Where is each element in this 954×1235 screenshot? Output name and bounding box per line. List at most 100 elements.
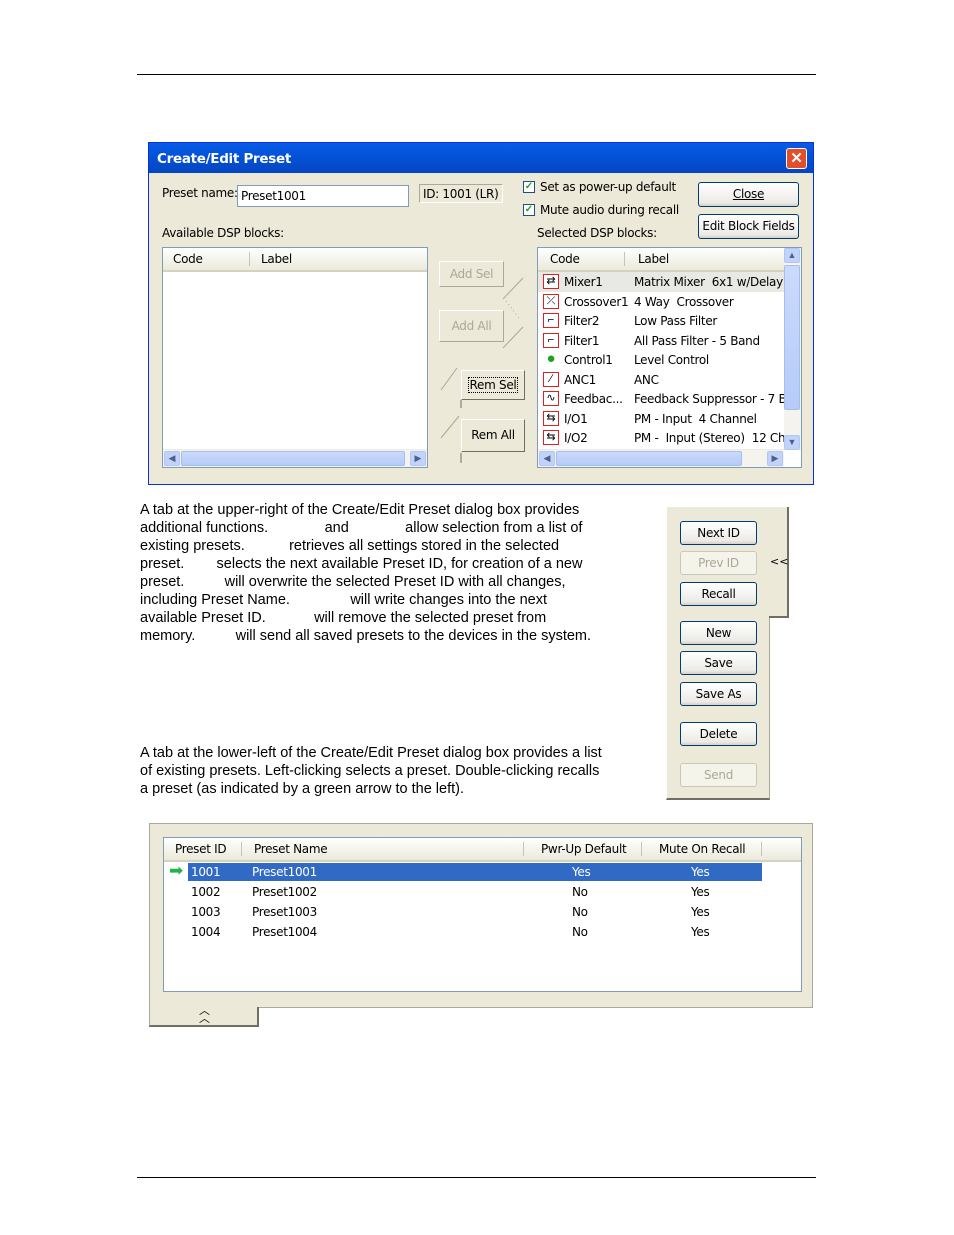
col-code[interactable]: Code <box>550 252 580 266</box>
selected-list-header: Code Label <box>538 248 784 272</box>
dialog-titlebar[interactable]: Create/Edit Preset ✕ <box>149 143 813 173</box>
selected-dsp-list[interactable]: Code Label ⇄ Mixer1 Matrix Mixer 6x1 w/Del… <box>537 247 802 468</box>
dsp-block-code: Crossover1 <box>564 294 629 309</box>
text-line: A tab at the upper-right of the Create/E… <box>140 502 580 518</box>
expand-chevrons-icon: ︿ ︿ <box>199 1005 210 1025</box>
paragraph-lower-left-tab: A tab at the lower-left of the Create/Ed… <box>140 744 602 798</box>
dsp-block-code: ANC1 <box>564 372 596 387</box>
close-button[interactable]: Close <box>698 182 799 207</box>
dsp-block-row[interactable]: ⇆ I/O1 PM - Input 4 Channel <box>538 409 784 429</box>
preset-list-header: Preset ID Preset Name Pwr-Up Default Mut… <box>164 838 801 862</box>
col-label[interactable]: Label <box>638 252 669 266</box>
scroll-left-icon[interactable]: ◀ <box>164 451 180 466</box>
preset-row[interactable]: 1002 Preset1002 No Yes <box>164 882 801 902</box>
dsp-block-label: PM - Input 4 Channel <box>634 411 757 426</box>
button-label: Save <box>704 656 733 670</box>
scroll-right-icon[interactable]: ▶ <box>410 451 426 466</box>
dsp-block-row[interactable]: ⇄ Mixer1 Matrix Mixer 6x1 w/Delay <box>538 272 784 292</box>
side-save-as-button[interactable]: Save As <box>680 682 757 706</box>
preset-row[interactable]: ➡ 1001 Preset1001 Yes Yes <box>164 861 801 882</box>
col-separator <box>624 252 625 266</box>
close-window-button[interactable]: ✕ <box>786 148 807 169</box>
preset-name: Preset1001 <box>252 865 317 879</box>
col-label[interactable]: Label <box>261 252 292 266</box>
scroll-thumb[interactable] <box>181 451 405 466</box>
preset-list[interactable]: Preset ID Preset Name Pwr-Up Default Mut… <box>163 837 802 992</box>
dsp-block-code: I/O1 <box>564 411 588 426</box>
dsp-block-row[interactable]: ⇆ I/O2 PM - Input (Stereo) 12 Cha <box>538 428 793 448</box>
mute-audio-checkbox[interactable]: ✓ <box>523 204 535 216</box>
col-separator <box>641 842 642 856</box>
selected-blocks-rows: ⇄ Mixer1 Matrix Mixer 6x1 w/Delay ⤫ Crossove… <box>538 272 793 448</box>
dialog-title: Create/Edit Preset <box>157 151 291 167</box>
control-icon: ● <box>546 350 556 367</box>
anc-icon: ∕ <box>543 371 559 387</box>
io-icon: ⇆ <box>543 410 559 426</box>
preset-name: Preset1004 <box>252 925 317 939</box>
side-recall-button[interactable]: Recall <box>680 582 757 606</box>
scroll-down-icon[interactable]: ▼ <box>784 435 800 450</box>
text-line: of existing presets. Left-clicking selec… <box>140 763 600 779</box>
col-separator <box>761 842 762 856</box>
side-send-button[interactable]: Send <box>680 763 757 787</box>
preset-list-panel: Preset ID Preset Name Pwr-Up Default Mut… <box>149 823 813 1008</box>
dsp-block-row[interactable]: ∿ Feedbac... Feedback Suppressor - 7 B <box>538 389 787 409</box>
scroll-thumb[interactable] <box>784 265 800 410</box>
set-powerup-label[interactable]: Set as power-up default <box>540 180 676 194</box>
col-preset-name[interactable]: Preset Name <box>254 842 328 856</box>
col-code[interactable]: Code <box>173 252 203 266</box>
col-mute-on-recall[interactable]: Mute On Recall <box>659 842 746 856</box>
scroll-thumb[interactable] <box>556 451 742 466</box>
col-separator <box>249 252 250 266</box>
pwrup-default: No <box>572 905 588 919</box>
side-delete-button[interactable]: Delete <box>680 722 757 746</box>
dsp-block-code: Filter1 <box>564 333 600 348</box>
mute-on-recall: Yes <box>691 885 710 899</box>
dsp-block-row[interactable]: ⤫ Crossover1 4 Way Crossover <box>538 292 784 312</box>
side-new-button[interactable]: New <box>680 621 757 645</box>
mute-audio-label[interactable]: Mute audio during recall <box>540 203 679 217</box>
dsp-block-row[interactable]: ● Control1 Level Control <box>538 350 784 370</box>
button-label: Prev ID <box>698 556 739 570</box>
preset-name: Preset1003 <box>252 905 317 919</box>
dsp-block-code: Filter2 <box>564 314 600 328</box>
selected-dsp-label: Selected DSP blocks: <box>537 226 657 240</box>
dsp-block-row[interactable]: ⌐ Filter2 Low Pass Filter <box>538 311 784 331</box>
side-prev-id-button[interactable]: Prev ID <box>680 551 757 575</box>
preset-name-input[interactable] <box>237 185 409 207</box>
button-label: Recall <box>701 587 736 601</box>
text-line: additional functions. and allow selectio… <box>140 520 583 536</box>
scroll-up-icon[interactable]: ▲ <box>784 248 800 263</box>
mute-on-recall: Yes <box>691 865 710 879</box>
set-powerup-checkbox[interactable]: ✓ <box>523 181 535 193</box>
preset-list-expand-tab[interactable]: ︿ ︿ <box>149 1005 259 1027</box>
col-pwrup-default[interactable]: Pwr-Up Default <box>541 842 627 856</box>
edit-block-fields-button[interactable]: Edit Block Fields <box>698 214 799 239</box>
dsp-block-code: I/O2 <box>564 431 588 445</box>
col-preset-id[interactable]: Preset ID <box>175 842 227 856</box>
side-tab-collapse-button[interactable]: << <box>769 507 789 618</box>
text-line: including Preset Name. will write change… <box>140 592 547 608</box>
scroll-right-icon[interactable]: ▶ <box>767 451 783 466</box>
pwrup-default: Yes <box>572 865 591 879</box>
preset-name: Preset1002 <box>252 885 317 899</box>
preset-id: 1003 <box>191 905 221 919</box>
side-next-id-button[interactable]: Next ID <box>680 521 757 545</box>
scroll-left-icon[interactable]: ◀ <box>539 451 555 466</box>
close-x-icon: ✕ <box>790 150 803 167</box>
selected-hscrollbar[interactable]: ◀ ▶ <box>538 449 784 467</box>
dsp-block-code: Mixer1 <box>564 275 603 289</box>
filter-icon: ⌐ <box>543 332 559 348</box>
dsp-block-row[interactable]: ∕ ANC1 ANC <box>538 370 784 390</box>
preset-row[interactable]: 1003 Preset1003 No Yes <box>164 902 801 922</box>
dsp-block-row[interactable]: ⌐ Filter1 All Pass Filter - 5 Band <box>538 331 784 351</box>
available-dsp-list[interactable]: Code Label ◀ ▶ <box>162 247 428 468</box>
text-line: preset. selects the next available Prese… <box>140 556 583 572</box>
side-save-button[interactable]: Save <box>680 651 757 675</box>
crossover-icon: ⤫ <box>543 293 559 309</box>
footer-rule <box>137 1177 816 1178</box>
preset-row[interactable]: 1004 Preset1004 No Yes <box>164 922 801 942</box>
available-hscrollbar[interactable]: ◀ ▶ <box>163 449 427 467</box>
pwrup-default: No <box>572 925 588 939</box>
selected-vscrollbar[interactable]: ▲ ▼ <box>784 248 801 450</box>
